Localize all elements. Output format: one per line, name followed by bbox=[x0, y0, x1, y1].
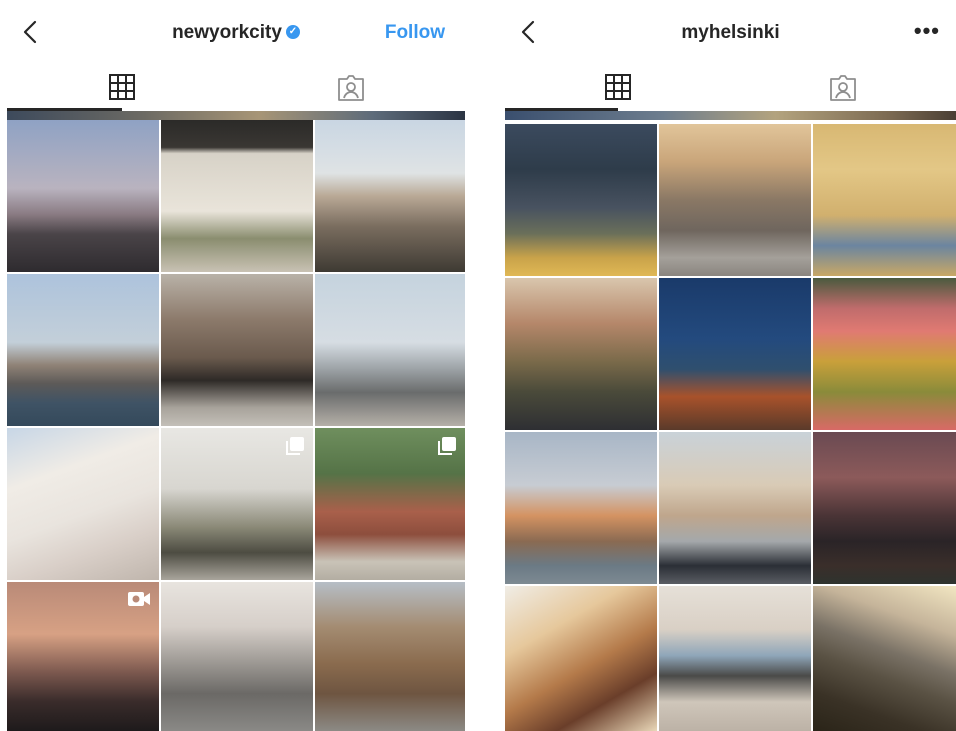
post-tile[interactable] bbox=[7, 274, 159, 426]
verified-badge-icon: ✓ bbox=[285, 24, 300, 39]
post-tile[interactable] bbox=[7, 120, 159, 272]
post-tile[interactable] bbox=[813, 278, 956, 430]
posts-grid bbox=[7, 120, 465, 731]
post-tile[interactable] bbox=[813, 586, 956, 731]
post-tile[interactable] bbox=[659, 124, 811, 276]
previous-row-peek bbox=[505, 111, 956, 120]
post-tile[interactable] bbox=[315, 582, 465, 731]
post-tile[interactable] bbox=[505, 432, 657, 584]
profile-tabs bbox=[505, 65, 956, 111]
profile-username: myhelsinki bbox=[681, 22, 780, 43]
post-tile[interactable] bbox=[161, 274, 313, 426]
tab-grid[interactable] bbox=[505, 65, 731, 111]
profile-panel-newyorkcity: newyorkcity ✓ Follow bbox=[7, 0, 465, 731]
profile-header: myhelsinki ••• bbox=[505, 0, 956, 65]
post-tile[interactable] bbox=[315, 428, 465, 580]
post-tile[interactable] bbox=[505, 278, 657, 430]
username-text: newyorkcity bbox=[172, 22, 282, 43]
follow-button[interactable]: Follow bbox=[385, 22, 445, 44]
tab-tagged[interactable] bbox=[731, 65, 956, 111]
more-options-icon[interactable]: ••• bbox=[914, 18, 940, 44]
post-tile[interactable] bbox=[7, 428, 159, 580]
carousel-icon bbox=[438, 437, 456, 455]
post-tile[interactable] bbox=[505, 124, 657, 276]
post-tile[interactable] bbox=[161, 582, 313, 731]
grid-icon bbox=[604, 74, 631, 100]
tagged-person-icon bbox=[337, 75, 364, 101]
post-tile[interactable] bbox=[813, 124, 956, 276]
post-tile[interactable] bbox=[161, 120, 313, 272]
profile-panel-myhelsinki: myhelsinki ••• bbox=[505, 0, 956, 731]
post-tile[interactable] bbox=[315, 274, 465, 426]
post-tile[interactable] bbox=[659, 432, 811, 584]
carousel-icon bbox=[286, 437, 304, 455]
post-tile[interactable] bbox=[505, 586, 657, 731]
posts-grid bbox=[505, 120, 956, 731]
tagged-person-icon bbox=[830, 75, 857, 101]
grid-icon bbox=[108, 74, 135, 100]
post-tile[interactable] bbox=[7, 582, 159, 731]
video-camera-icon bbox=[128, 592, 150, 606]
previous-row-peek bbox=[7, 111, 465, 120]
post-tile[interactable] bbox=[659, 278, 811, 430]
post-tile[interactable] bbox=[161, 428, 313, 580]
tab-grid[interactable] bbox=[7, 65, 236, 111]
tab-tagged[interactable] bbox=[236, 65, 465, 111]
profile-tabs bbox=[7, 65, 465, 111]
post-tile[interactable] bbox=[315, 120, 465, 272]
post-tile[interactable] bbox=[813, 432, 956, 584]
profile-header: newyorkcity ✓ Follow bbox=[7, 0, 465, 65]
post-tile[interactable] bbox=[659, 586, 811, 731]
